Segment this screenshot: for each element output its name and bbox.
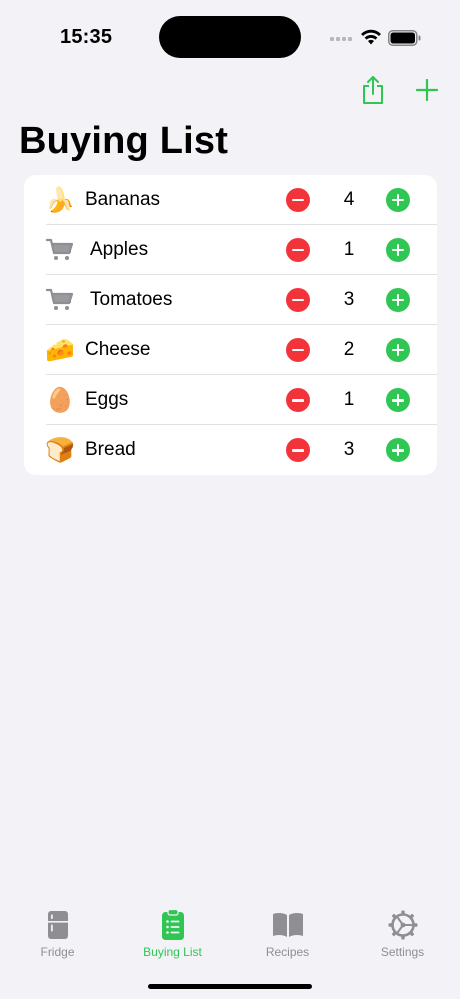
tab-label: Fridge xyxy=(40,945,75,959)
share-icon xyxy=(363,76,383,104)
decrement-button[interactable] xyxy=(286,188,310,212)
tab-fridge[interactable]: Fridge xyxy=(0,908,115,968)
increment-button[interactable] xyxy=(386,388,410,413)
item-quantity: 1 xyxy=(343,239,355,261)
decrement-button[interactable] xyxy=(286,238,310,263)
egg-icon: 🥚 xyxy=(45,386,75,415)
banana-icon: 🍌 xyxy=(45,186,75,214)
item-name: Apples xyxy=(90,239,149,261)
item-quantity: 4 xyxy=(343,189,355,210)
item-quantity: 3 xyxy=(343,439,355,461)
book-icon xyxy=(272,912,303,937)
list-item[interactable]: 🥚 Eggs 1 xyxy=(24,375,437,426)
item-name: Bananas xyxy=(85,189,161,210)
tab-buying-list[interactable]: Buying List xyxy=(115,908,230,968)
cart-icon xyxy=(46,289,74,311)
cart-icon xyxy=(46,236,74,264)
item-name: Cheese xyxy=(85,339,151,361)
wifi-icon xyxy=(361,29,381,45)
list-item[interactable]: Apples 1 xyxy=(24,225,437,276)
share-button[interactable] xyxy=(355,72,391,108)
buying-list: 🍌 Bananas 4 Apples 1 Tomatoes 3 🧀 Cheese 2 🥚 Eggs 1 🍞… xyxy=(24,175,437,475)
item-name: Bread xyxy=(85,439,136,461)
item-name: Eggs xyxy=(85,389,129,411)
increment-button[interactable] xyxy=(386,338,410,363)
tab-label: Settings xyxy=(380,945,425,959)
decrement-button[interactable] xyxy=(286,438,310,463)
increment-button[interactable] xyxy=(386,438,410,463)
cheese-icon: 🧀 xyxy=(45,336,75,365)
page-title: Buying List xyxy=(19,120,229,162)
cart-icon xyxy=(46,238,74,261)
increment-button[interactable] xyxy=(386,238,410,263)
decrement-button[interactable] xyxy=(286,338,310,363)
list-item[interactable]: Tomatoes 3 xyxy=(24,275,437,326)
tab-settings[interactable]: Settings xyxy=(345,908,460,968)
cellular-signal-icon xyxy=(330,37,352,41)
home-indicator[interactable] xyxy=(148,984,312,989)
fridge-icon xyxy=(47,911,68,939)
plus-icon xyxy=(416,79,438,101)
increment-button[interactable] xyxy=(386,188,410,212)
status-time: 15:35 xyxy=(60,26,113,48)
cart-icon xyxy=(46,286,74,314)
item-quantity: 3 xyxy=(343,289,355,311)
decrement-button[interactable] xyxy=(286,388,310,413)
tab-recipes[interactable]: Recipes xyxy=(230,908,345,968)
decrement-button[interactable] xyxy=(286,288,310,313)
clipboard-list-icon xyxy=(161,909,184,940)
list-item[interactable]: 🍌 Bananas 4 xyxy=(24,175,437,226)
list-item[interactable]: 🧀 Cheese 2 xyxy=(24,325,437,376)
status-bar: 15:35 xyxy=(0,0,460,70)
tab-label: Recipes xyxy=(265,945,310,959)
item-quantity: 1 xyxy=(343,389,355,411)
bread-icon: 🍞 xyxy=(45,436,75,465)
item-name: Tomatoes xyxy=(90,289,173,311)
dynamic-island xyxy=(159,16,301,58)
gear-icon xyxy=(388,910,417,940)
list-item[interactable]: 🍞 Bread 3 xyxy=(24,425,437,475)
increment-button[interactable] xyxy=(386,288,410,313)
battery-icon xyxy=(388,30,421,46)
add-item-button[interactable] xyxy=(409,72,445,108)
tab-label: Buying List xyxy=(143,945,202,959)
item-quantity: 2 xyxy=(343,339,355,361)
